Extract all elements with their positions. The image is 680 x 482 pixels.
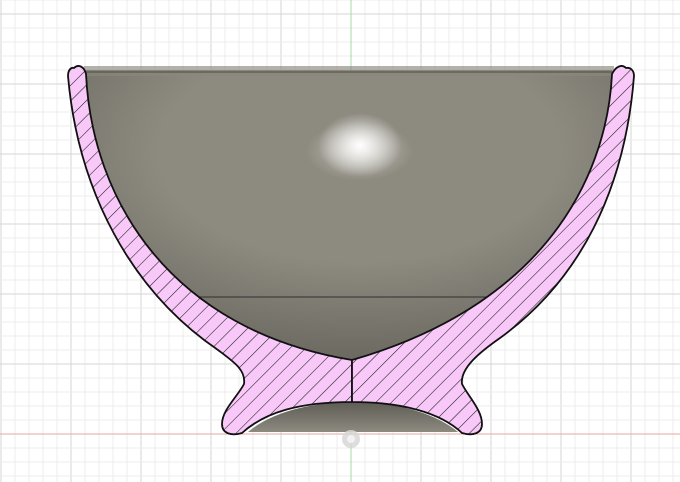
design-canvas[interactable]: [0, 0, 680, 482]
specular-highlight: [318, 113, 402, 177]
origin-point-icon[interactable]: [342, 430, 360, 448]
canvas-viewport[interactable]: [0, 0, 680, 482]
bowl-rim-edge: [84, 66, 614, 76]
